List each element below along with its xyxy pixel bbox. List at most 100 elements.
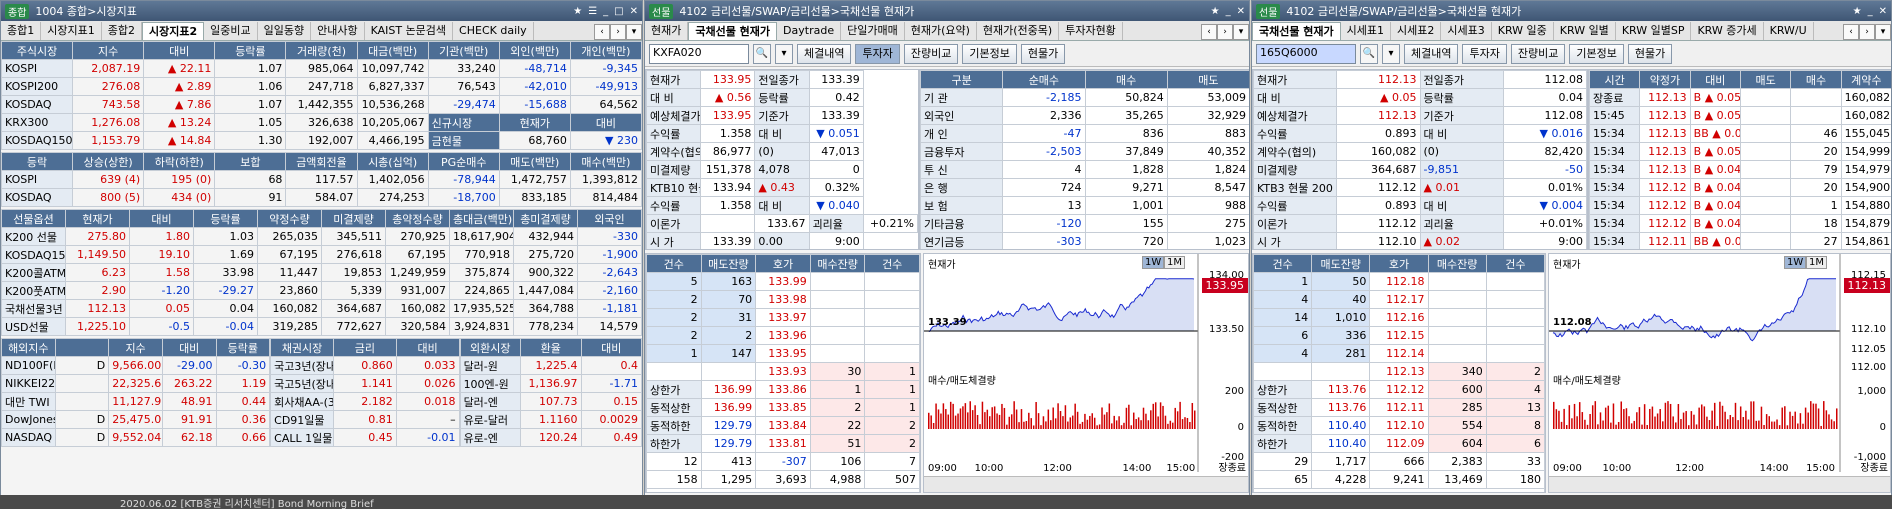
chart-scrollbar[interactable] [1549,476,1890,492]
tab-5[interactable]: 일일동향 [258,22,312,40]
tab-0[interactable]: 현재가 [645,22,689,40]
toolbar-button[interactable]: 잔량비교 [903,43,959,64]
bid-row[interactable]: 상한가 136.99 133.86 1 1 [646,380,920,399]
bid-row[interactable]: 동적상한 136.99 133.85 2 1 [646,398,920,417]
maximize-icon[interactable]: □ [614,6,623,17]
table-row[interactable]: KRX300 1,276.08 ▲ 13.24 1.05 326,638 10,205,0… [1,113,642,132]
table-row[interactable]: KOSPI200 276.08 ▲ 2.89 1.06 247,718 6,827,337… [1,77,642,96]
balance-compare-label[interactable]: 잔량비교 [646,488,920,492]
window-title-bar[interactable]: 선물 4102 금리선물/SWAP/금리선물>국채선물 현재가 ★ _ ✕ [645,1,1249,21]
table-row[interactable]: USD선물 1,225.10 -0.5 -0.04 319,285 772,627 320,… [1,317,642,336]
title-controls[interactable]: ★ ☰ _ □ ✕ [573,6,638,17]
table-row[interactable]: 달러-엔 107.73 0.15 [459,392,642,411]
table-row[interactable]: 15:34 112.12 B ▲ 0.04 1 154,880 [1589,196,1891,215]
toolbar-button[interactable]: 기본정보 [962,43,1017,64]
table-row[interactable]: KOSDAQ150 1,153.79 ▲ 14.84 1.30 192,007 4,466… [1,131,642,150]
table-row[interactable]: KOSDAQ 743.58 ▲ 7.86 1.07 1,442,355 10,536,26… [1,95,642,114]
table-row[interactable]: 개 인 -47 836 883 [920,124,1249,143]
table-row[interactable]: 보 험 13 1,001 988 [920,196,1249,215]
tab-next-icon[interactable]: › [1217,24,1233,40]
tab-8[interactable]: CHECK daily [453,22,534,40]
period-button[interactable]: 1W [1784,256,1807,269]
table-row[interactable]: K200 선물 275.80 1.80 1.03 265,035 345,511 270,9… [1,227,642,246]
minimize-icon[interactable]: _ [1226,6,1231,17]
table-row[interactable]: NIKKEI225 22,325.61263.221.19 [1,374,271,393]
menu-icon[interactable]: ☰ [588,6,597,17]
table-row[interactable]: 은 행 724 9,271 8,547 [920,178,1249,197]
table-row[interactable]: 국채선물3년 112.13 0.05 0.04 160,082 364,687 160,08… [1,299,642,318]
period-button[interactable]: 1W [1142,256,1165,269]
table-row[interactable]: 국고3년(장내)0.8600.033 [270,356,460,375]
search-icon[interactable]: 🔍 [753,43,771,64]
tab-3[interactable]: 시장지표2 [141,22,205,40]
tab-7[interactable]: KAIST 논문검색 [365,22,454,40]
tab-6[interactable]: KRW 일별SP [1616,22,1692,40]
chart-scrollbar[interactable] [924,476,1248,492]
window-title-bar[interactable]: 종합 1004 종합>시장지표 ★ ☰ _ □ ✕ [1,1,642,21]
toolbar-button[interactable]: 기본정보 [1569,43,1624,64]
table-row[interactable]: 15:34 112.13 B ▲ 0.05 20 154,999 [1589,142,1891,161]
tab-3[interactable]: 시세표3 [1441,22,1492,40]
tab-1[interactable]: 시장지표1 [41,22,102,40]
ask-row[interactable]: 6 336 112.15 [1253,326,1545,345]
table-row[interactable]: 장종료 112.13 B ▲ 0.05 160,082 [1589,88,1891,107]
tab-more-icon[interactable]: ▾ [626,24,642,40]
tab-more-icon[interactable]: ▾ [1875,24,1891,40]
title-controls[interactable]: ★ _ ✕ [1211,6,1245,17]
tab-2[interactable]: Daytrade [777,22,842,40]
bid-row[interactable]: 하한가 129.79 133.81 51 2 [646,434,920,453]
minimize-icon[interactable]: _ [603,6,608,17]
table-row[interactable]: 15:34112.13BB ▲ 0.05 46155,045 [1589,124,1891,143]
table-row[interactable]: 외국인 2,336 35,265 32,929 [920,106,1249,125]
bid-row[interactable]: 동적하한 129.79 133.84 22 2 [646,416,920,435]
table-row[interactable]: K200콜ATM 6.23 1.58 33.98 11,447 19,853 1,249,9… [1,263,642,282]
tab-5[interactable]: 현재가(전중목) [977,22,1060,40]
tab-prev-icon[interactable]: ‹ [1843,24,1859,40]
ask-row[interactable]: 1 147 133.95 [646,344,920,363]
table-row[interactable]: 금융투자 -2,503 37,849 40,352 [920,142,1249,161]
title-controls[interactable]: ★ _ ✕ [1853,6,1887,17]
symbol-input[interactable]: KXFA020 [649,43,749,64]
table-row[interactable]: KOSPI 2,087.19 ▲ 22.11 1.07 985,064 10,097,74… [1,59,642,78]
price-chart[interactable]: 현재가 112.13 112.08 112.15 112.10 112.05 112.00 매… [1548,253,1891,493]
table-row[interactable]: 연기금등 -303 720 1,023 [920,232,1249,249]
tab-0[interactable]: 종합1 [1,22,42,40]
toolbar-button[interactable]: 잔량비교 [1510,43,1566,64]
balance-compare-label[interactable]: 잔량비교 [1253,488,1545,492]
table-row[interactable]: 기타금융 -120 155 275 [920,214,1249,233]
period-button[interactable]: 1M [1806,256,1827,269]
dropdown-icon[interactable]: ▾ [775,43,793,64]
ask-row[interactable]: 4 281 112.14 [1253,344,1545,363]
tab-4[interactable]: 일중비교 [204,22,258,40]
table-row[interactable]: KOSPI 639 (4) 195 (0) 68 117.57 1,402,056 -78,… [1,170,642,189]
toolbar-button[interactable]: 현물가 [1020,43,1066,64]
bid-row[interactable]: 상한가 113.76 112.12 600 4 [1253,380,1545,399]
ask-row[interactable]: 2 2 133.96 [646,326,920,345]
star-icon[interactable]: ★ [573,6,582,17]
tab-6[interactable]: 안내사항 [311,22,365,40]
table-row[interactable]: K200풋ATM 2.90 -1.20 -29.27 23,860 5,339 931,00… [1,281,642,300]
tab-next-icon[interactable]: › [1859,24,1875,40]
table-row[interactable]: KOSDAQ 800 (5) 434 (0) 91 584.07 274,253 -18,7… [1,188,642,207]
toolbar-button[interactable]: 현물가 [1627,43,1673,64]
bid-row[interactable]: 133.93 30 1 [646,362,920,381]
tab-5[interactable]: KRW 일별 [1554,22,1616,40]
price-chart[interactable]: 현재가 133.95 133.39 134.00 133.50 매수/매도체결량 200 0-… [923,253,1249,493]
toolbar-button[interactable]: 투자자 [1462,43,1507,64]
table-row[interactable]: CD91일물 0.81– [270,410,460,429]
table-row[interactable]: 기 관 -2,185 50,824 53,009 [920,88,1249,107]
tab-0[interactable]: 국채선물 현재가 [1252,22,1341,40]
table-row[interactable]: 달러-원 1,225.4 0.4 [459,356,642,375]
close-icon[interactable]: ✕ [1879,6,1887,17]
table-row[interactable]: 15:34 112.12 B ▲ 0.04 20 154,900 [1589,178,1891,197]
close-icon[interactable]: ✕ [1237,6,1245,17]
table-row[interactable]: 유로-엔 120.24 0.49 [459,428,642,447]
tab-1[interactable]: 국채선물 현재가 [688,22,778,40]
ask-row[interactable]: 14 1,010 112.16 [1253,308,1545,327]
tab-2[interactable]: 종합2 [102,22,142,40]
symbol-input[interactable]: 165Q6000 [1256,43,1356,64]
bid-row[interactable]: 112.13 340 2 [1253,362,1545,381]
table-row[interactable]: 유로-달러 1.1160 0.0029 [459,410,642,429]
bid-row[interactable]: 하한가 110.40 112.09 604 6 [1253,434,1545,453]
table-row[interactable]: 15:34 112.12 B ▲ 0.04 18 154,879 [1589,214,1891,233]
